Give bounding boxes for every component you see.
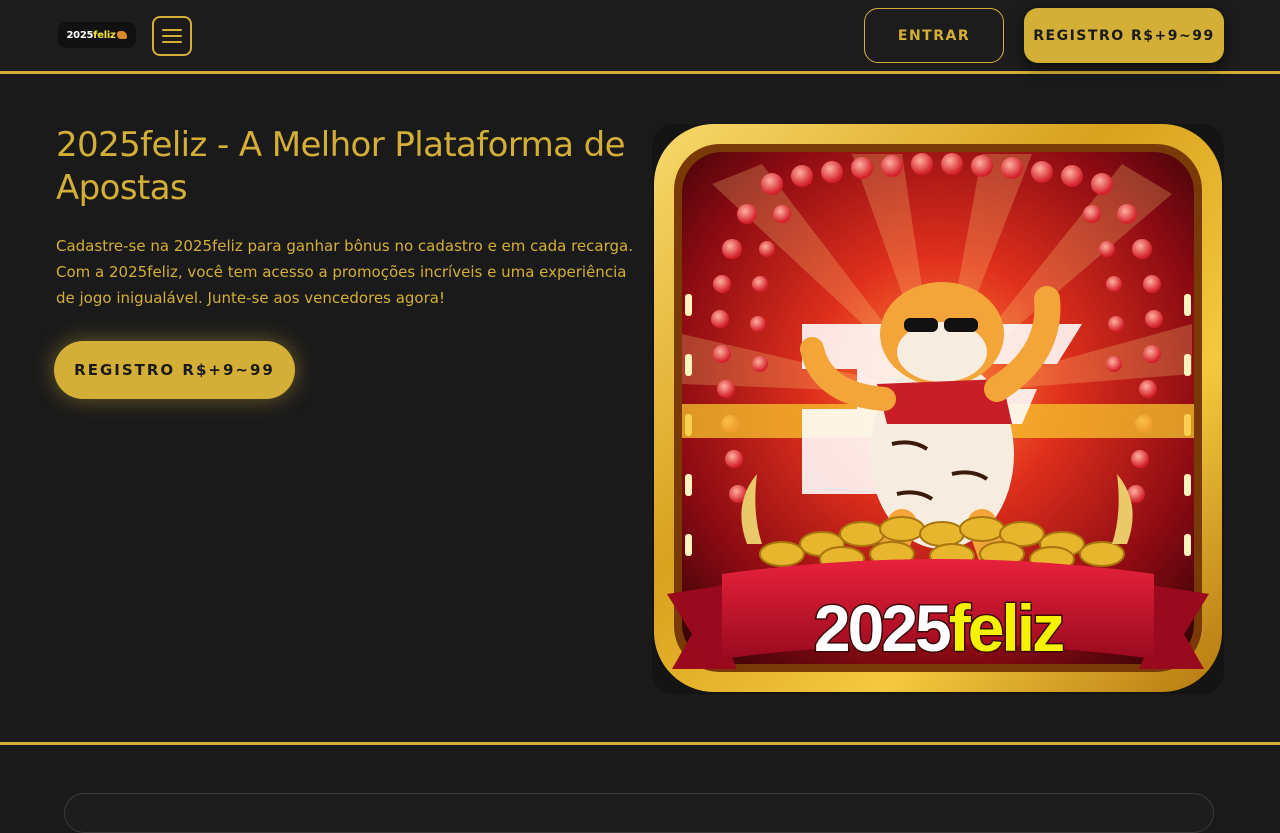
login-button[interactable]: ENTRAR	[864, 8, 1004, 63]
hero-title: 2025feliz - A Melhor Plataforma de Apost…	[56, 125, 626, 208]
hamburger-menu-icon	[162, 29, 182, 31]
logo-text-accent: feliz	[93, 29, 116, 41]
logo-text-main: 2025	[66, 29, 94, 41]
hamburger-menu-button[interactable]	[152, 16, 192, 56]
banner-text-accent: feliz	[949, 591, 1063, 665]
hero-game-image[interactable]: 2025feliz	[652, 124, 1224, 694]
hamburger-line	[162, 35, 182, 37]
register-button-header[interactable]: REGISTRO R$+9~99	[1024, 8, 1224, 63]
section-divider	[0, 742, 1280, 745]
site-logo[interactable]: 2025 feliz	[58, 22, 136, 48]
hamburger-line	[162, 41, 182, 43]
site-header: 2025 feliz ENTRAR REGISTRO R$+9~99	[0, 0, 1280, 74]
next-section-card	[64, 793, 1214, 833]
register-button-hero[interactable]: REGISTRO R$+9~99	[54, 341, 295, 399]
banner-text-main: 2025	[814, 591, 950, 665]
tiger-logo-icon	[117, 31, 128, 39]
hero-description: Cadastre-se na 2025feliz para ganhar bôn…	[56, 237, 633, 307]
fortune-tiger-artwork: 2025feliz	[654, 124, 1222, 692]
banner-brand-text: 2025feliz	[814, 591, 1063, 665]
